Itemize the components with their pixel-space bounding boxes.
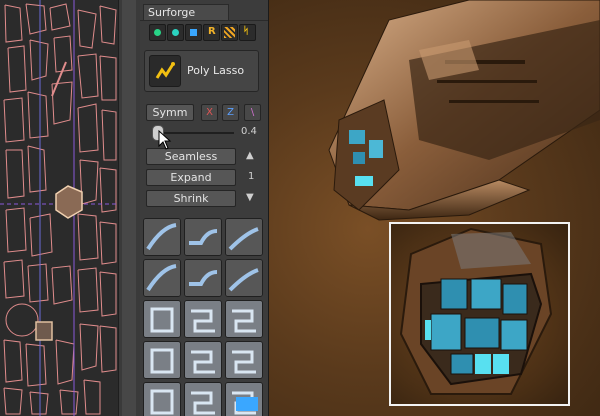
asset-tile[interactable] [143, 218, 181, 256]
green-sphere-button[interactable] [149, 24, 166, 41]
panel-tab-surforge[interactable]: Surforge [143, 4, 229, 20]
poly-lasso-button[interactable]: Poly Lasso [144, 50, 259, 92]
hatch-button[interactable] [221, 24, 238, 41]
asset-tile[interactable] [225, 300, 263, 338]
panel-scrollbar[interactable] [118, 0, 141, 416]
asset-thumbnail-icon [144, 301, 180, 337]
blue-cube-icon [190, 29, 197, 36]
cyan-sphere-button[interactable] [167, 24, 184, 41]
asset-thumbnail-icon [226, 301, 262, 337]
r-button[interactable]: R [203, 24, 220, 41]
asset-thumbnail-icon [144, 260, 180, 296]
asset-tile[interactable] [184, 300, 222, 338]
divider [140, 20, 268, 21]
uv-islands [0, 0, 118, 416]
asset-thumbnail-icon [144, 342, 180, 378]
axis-diagonal-toggle[interactable]: \ [244, 104, 261, 121]
hatch-icon [224, 27, 235, 38]
asset-tile[interactable] [184, 382, 222, 416]
scroll-thumb[interactable] [122, 0, 136, 416]
poly-lasso-icon [149, 55, 181, 87]
asset-thumbnail-icon [226, 219, 262, 255]
asset-tile[interactable] [143, 382, 181, 416]
mouse-cursor-icon [158, 130, 172, 150]
uv-layout-view[interactable] [0, 0, 118, 416]
slider-value: 0.4 [241, 126, 257, 137]
symm-button[interactable]: Symm [146, 104, 194, 121]
poly-lasso-label: Poly Lasso [187, 64, 245, 77]
asset-tile[interactable] [184, 218, 222, 256]
shrink-button[interactable]: Shrink [146, 190, 236, 207]
asset-thumbnail-icon [226, 342, 262, 378]
surforge-panel: Surforge R ᛋ Poly Lasso Symm X Z \ 0.4 S… [140, 0, 269, 416]
cockpit-closeup [399, 227, 553, 395]
cyan-sphere-icon [172, 29, 179, 36]
spark-icon: ᛋ [243, 26, 249, 37]
asset-thumbnail-icon [185, 301, 221, 337]
green-sphere-icon [154, 29, 161, 36]
asset-thumbnail-icon [226, 260, 262, 296]
r-icon: R [208, 26, 216, 37]
spark-button[interactable]: ᛋ [239, 24, 256, 41]
asset-tile-grid [143, 218, 265, 416]
asset-thumbnail-icon [144, 383, 180, 416]
asset-thumbnail-icon [226, 383, 262, 416]
shrink-down-arrow[interactable]: ▼ [246, 192, 254, 203]
asset-tile[interactable] [225, 382, 263, 416]
asset-tile[interactable] [143, 300, 181, 338]
detail-zoom-inset [389, 222, 570, 406]
asset-thumbnail-icon [185, 342, 221, 378]
expand-button[interactable]: Expand [146, 169, 236, 186]
asset-thumbnail-icon [144, 219, 180, 255]
blue-cube-button[interactable] [185, 24, 202, 41]
asset-thumbnail-icon [185, 260, 221, 296]
asset-tile[interactable] [143, 341, 181, 379]
asset-tile[interactable] [225, 259, 263, 297]
axis-x-toggle[interactable]: X [201, 104, 218, 121]
seamless-button[interactable]: Seamless [146, 148, 236, 165]
asset-tile[interactable] [184, 259, 222, 297]
asset-tile[interactable] [225, 218, 263, 256]
asset-tile[interactable] [184, 341, 222, 379]
asset-tile[interactable] [143, 259, 181, 297]
grow-up-arrow[interactable]: ▲ [246, 150, 254, 161]
axis-z-toggle[interactable]: Z [222, 104, 239, 121]
expand-count: 1 [248, 171, 255, 182]
asset-thumbnail-icon [185, 219, 221, 255]
asset-thumbnail-icon [185, 383, 221, 416]
asset-tile[interactable] [225, 341, 263, 379]
